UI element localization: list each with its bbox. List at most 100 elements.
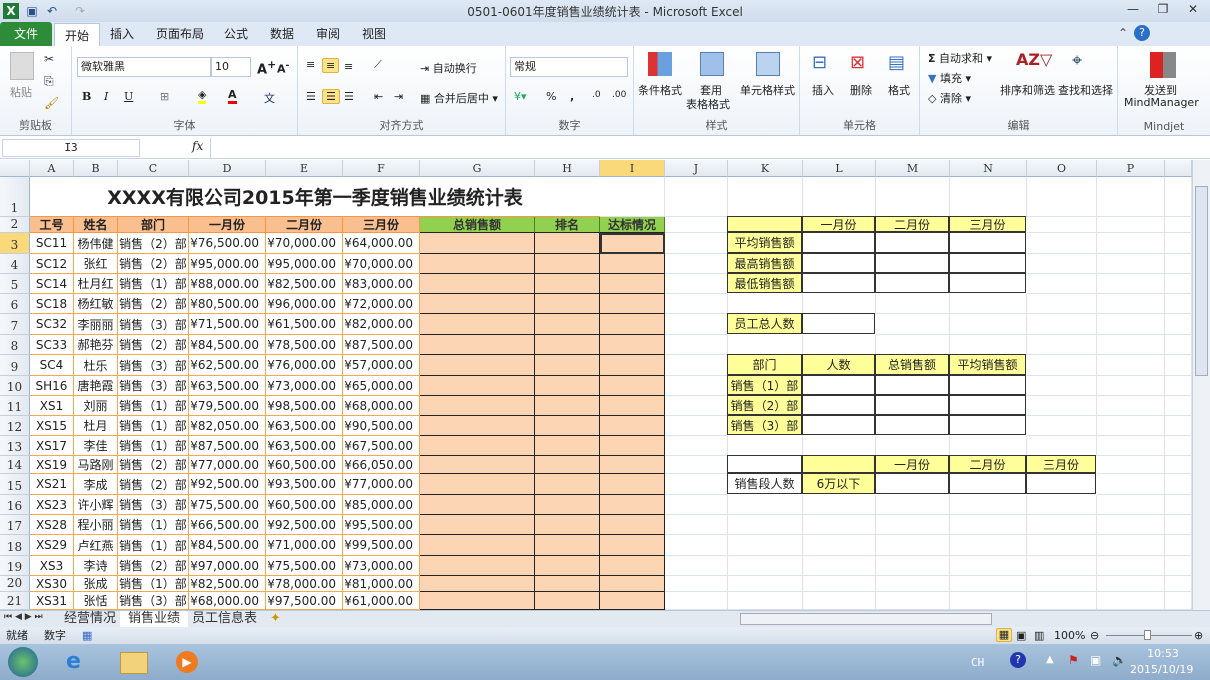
grow-font-icon[interactable]: A+: [257, 58, 276, 77]
data-cell[interactable]: ¥95,500.00: [343, 515, 420, 535]
cell[interactable]: [665, 535, 728, 556]
copy-icon[interactable]: ⎘: [44, 74, 54, 89]
cell[interactable]: [728, 335, 803, 355]
dept-cell[interactable]: [802, 375, 875, 395]
data-cell[interactable]: 杜乐: [74, 355, 118, 376]
cell[interactable]: [876, 515, 950, 535]
data-cell[interactable]: 销售（3）部: [118, 376, 189, 396]
cell[interactable]: [728, 294, 803, 314]
formula-cell[interactable]: [600, 314, 665, 335]
dept-name[interactable]: 销售（2）部: [727, 395, 802, 415]
cell[interactable]: [728, 177, 803, 217]
data-cell[interactable]: XS19: [30, 456, 74, 474]
row-header[interactable]: 12: [0, 416, 30, 436]
cell[interactable]: [950, 495, 1027, 515]
start-button-icon[interactable]: [8, 647, 38, 677]
dept-name[interactable]: 销售（3）部: [727, 415, 802, 435]
data-cell[interactable]: ¥71,000.00: [266, 535, 343, 556]
data-cell[interactable]: ¥76,000.00: [266, 355, 343, 376]
stats-cell[interactable]: [949, 253, 1026, 273]
data-cell[interactable]: ¥87,500.00: [189, 436, 266, 456]
delete-cells-icon[interactable]: ⊠: [850, 52, 865, 73]
format-table-icon[interactable]: [700, 52, 724, 76]
band-cell[interactable]: [1026, 473, 1096, 494]
conditional-format-icon[interactable]: [648, 52, 672, 76]
cell[interactable]: [803, 436, 876, 456]
cell[interactable]: [1165, 177, 1192, 217]
column-header[interactable]: L: [803, 160, 876, 177]
cell[interactable]: [950, 592, 1027, 610]
band-cell[interactable]: [875, 473, 949, 494]
cell[interactable]: [803, 576, 876, 592]
decrease-indent-icon[interactable]: ⇤: [374, 90, 383, 103]
formula-cell[interactable]: [420, 592, 535, 610]
cell[interactable]: [1165, 474, 1192, 495]
data-cell[interactable]: ¥84,500.00: [189, 335, 266, 355]
normal-view-icon[interactable]: ▦: [996, 628, 1012, 642]
data-cell[interactable]: ¥77,000.00: [343, 474, 420, 495]
cell[interactable]: [1027, 576, 1097, 592]
data-cell[interactable]: 杜月: [74, 416, 118, 436]
data-cell[interactable]: 李佳: [74, 436, 118, 456]
stats-cell[interactable]: [949, 273, 1026, 293]
column-title[interactable]: 部门: [118, 217, 189, 233]
formula-cell[interactable]: [420, 436, 535, 456]
cell[interactable]: [876, 335, 950, 355]
zoom-in-icon[interactable]: ⊕: [1194, 627, 1203, 644]
sheet-tab-operations[interactable]: 经营情况: [56, 611, 124, 628]
cell[interactable]: [1027, 274, 1097, 294]
stats-cell[interactable]: [949, 232, 1026, 253]
cell[interactable]: [876, 592, 950, 610]
cell[interactable]: [950, 436, 1027, 456]
data-cell[interactable]: ¥64,000.00: [343, 233, 420, 254]
cell[interactable]: [1097, 535, 1165, 556]
formula-cell[interactable]: [535, 416, 600, 436]
column-header[interactable]: I: [600, 160, 665, 177]
cell[interactable]: [876, 314, 950, 335]
dept-header[interactable]: 总销售额: [875, 354, 949, 375]
data-cell[interactable]: ¥75,500.00: [189, 495, 266, 515]
cell[interactable]: [1097, 355, 1165, 376]
cell[interactable]: [876, 177, 950, 217]
data-cell[interactable]: XS28: [30, 515, 74, 535]
data-cell[interactable]: ¥67,500.00: [343, 436, 420, 456]
align-center-icon[interactable]: ☰: [322, 89, 340, 104]
data-cell[interactable]: ¥82,500.00: [189, 576, 266, 592]
data-cell[interactable]: ¥88,000.00: [189, 274, 266, 294]
cell[interactable]: [1165, 314, 1192, 335]
dept-header[interactable]: 部门: [727, 354, 802, 375]
find-select-icon[interactable]: ⌖: [1072, 50, 1082, 71]
show-hidden-icons-icon[interactable]: ▲: [1046, 654, 1054, 665]
stats-label[interactable]: 最低销售额: [727, 273, 802, 293]
orientation-icon[interactable]: ⟋: [374, 58, 382, 72]
cell[interactable]: [1027, 515, 1097, 535]
dept-cell[interactable]: [875, 415, 949, 435]
sort-filter-button[interactable]: 排序和筛选: [1000, 82, 1055, 98]
band-corner[interactable]: [727, 455, 802, 473]
data-cell[interactable]: ¥95,000.00: [266, 254, 343, 274]
tab-review[interactable]: 审阅: [306, 22, 350, 46]
cell[interactable]: [728, 535, 803, 556]
row-header[interactable]: 9: [0, 355, 30, 376]
cell[interactable]: [728, 556, 803, 576]
formula-cell[interactable]: [600, 456, 665, 474]
increase-indent-icon[interactable]: ⇥: [394, 90, 403, 103]
data-cell[interactable]: 销售（1）部: [118, 416, 189, 436]
cell[interactable]: [950, 576, 1027, 592]
formula-cell[interactable]: [535, 592, 600, 610]
column-header[interactable]: H: [535, 160, 600, 177]
align-bottom-icon[interactable]: ≡: [344, 60, 353, 73]
data-cell[interactable]: 销售（3）部: [118, 495, 189, 515]
zoom-slider-thumb[interactable]: [1144, 630, 1151, 640]
row-header[interactable]: 2: [0, 217, 30, 233]
formula-cell[interactable]: [535, 456, 600, 474]
formula-cell[interactable]: [420, 314, 535, 335]
formula-cell[interactable]: [420, 535, 535, 556]
row-header[interactable]: 18: [0, 535, 30, 556]
data-cell[interactable]: ¥66,500.00: [189, 515, 266, 535]
data-cell[interactable]: 销售（2）部: [118, 233, 189, 254]
formula-cell[interactable]: [535, 535, 600, 556]
cell[interactable]: [1097, 254, 1165, 274]
insert-cells-icon[interactable]: ⊟: [812, 52, 827, 73]
cell[interactable]: [1097, 576, 1165, 592]
